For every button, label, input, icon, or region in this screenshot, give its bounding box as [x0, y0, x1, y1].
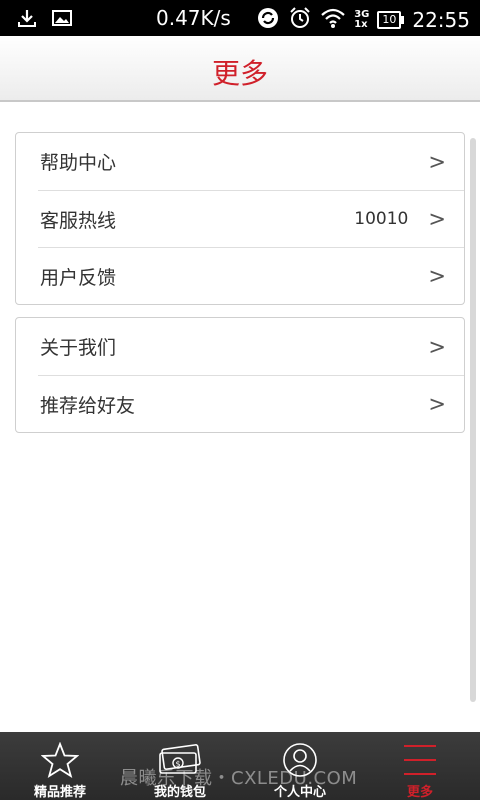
- download-icon: [16, 8, 38, 32]
- chevron-right-icon: >: [428, 334, 446, 359]
- menu-group-support: 帮助中心 > 客服热线 10010 > 用户反馈 >: [15, 132, 465, 305]
- star-icon: [41, 740, 79, 779]
- nav-label: 精品推荐: [33, 785, 86, 800]
- svg-text:$: $: [176, 759, 181, 768]
- menu-group-about: 关于我们 > 推荐给好友 >: [15, 317, 465, 433]
- scrollbar[interactable]: [470, 138, 476, 702]
- nav-item-featured[interactable]: 精品推荐: [0, 732, 120, 800]
- wifi-icon: [320, 7, 346, 33]
- menu-item-label: 关于我们: [40, 337, 117, 359]
- hotline-number: 10010: [354, 209, 409, 229]
- menu-item-about-us[interactable]: 关于我们 >: [16, 318, 464, 375]
- nav-label: 个人中心: [273, 785, 326, 800]
- clock: 22:55: [412, 8, 470, 32]
- title-bar: 更多: [0, 36, 480, 102]
- chevron-right-icon: >: [428, 207, 446, 231]
- signal-icon: 3G 1x: [354, 9, 370, 30]
- network-speed: 0.47K/s: [156, 6, 231, 30]
- menu-item-label: 用户反馈: [40, 266, 117, 289]
- alarm-icon: [288, 6, 312, 34]
- menu-item-label: 客服热线: [40, 209, 117, 232]
- image-icon: [52, 9, 72, 31]
- menu-item-label: 帮助中心: [40, 152, 117, 174]
- menu-item-label: 推荐给好友: [40, 394, 136, 417]
- menu-item-hotline[interactable]: 客服热线 10010 >: [38, 190, 464, 247]
- menu-item-help-center[interactable]: 帮助中心 >: [16, 133, 464, 190]
- nav-item-profile[interactable]: 个人中心: [240, 732, 360, 800]
- wallet-icon: $: [157, 740, 203, 779]
- sync-icon: [256, 6, 280, 34]
- menu-icon: [402, 740, 438, 779]
- nav-label: 我的钱包: [153, 785, 206, 800]
- page-title: 更多: [211, 57, 268, 90]
- battery-icon: 10: [377, 11, 405, 29]
- menu-content: 帮助中心 > 客服热线 10010 > 用户反馈 > 关于我们 > 推荐给好友 …: [0, 104, 480, 732]
- nav-item-wallet[interactable]: $ 我的钱包: [120, 732, 240, 800]
- chevron-right-icon: >: [428, 392, 446, 416]
- menu-item-feedback[interactable]: 用户反馈 >: [38, 247, 464, 304]
- menu-item-recommend[interactable]: 推荐给好友 >: [38, 375, 464, 432]
- status-bar: 0.47K/s 3G 1x 10 22:55: [0, 0, 480, 36]
- nav-item-more[interactable]: 更多: [360, 732, 480, 800]
- chevron-right-icon: >: [428, 264, 446, 288]
- bottom-nav: 精品推荐 $ 我的钱包 个人中心 更多: [0, 732, 480, 800]
- person-icon: [282, 740, 318, 779]
- chevron-right-icon: >: [428, 149, 446, 174]
- nav-label: 更多: [406, 785, 433, 800]
